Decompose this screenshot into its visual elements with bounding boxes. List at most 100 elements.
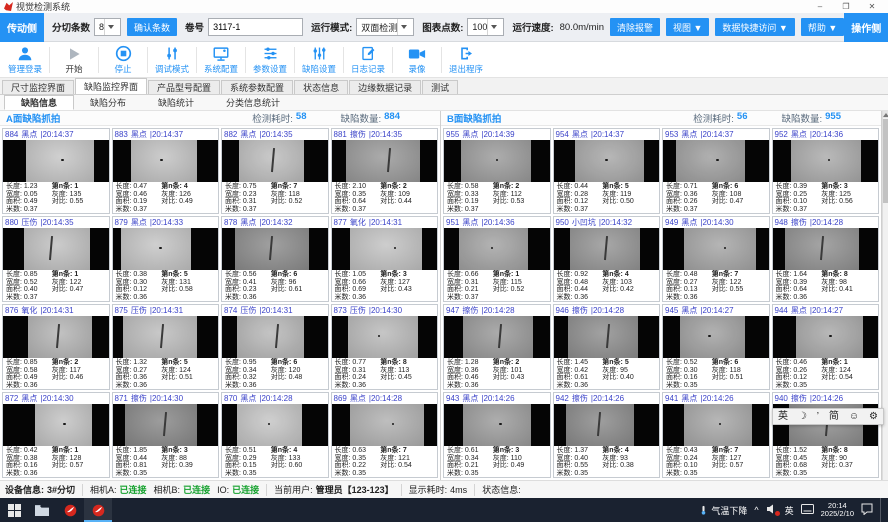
defect-settings-button[interactable]: 缺陷设置 — [296, 43, 342, 77]
ime-lang-toggle[interactable]: 英 — [778, 412, 788, 422]
defect-cell[interactable]: 942擦伤|20:14:26长度: 1.37宽度: 0.40面积: 0.55米数… — [553, 392, 661, 478]
clock[interactable]: 20:14 2025/2/10 — [821, 502, 854, 519]
defect-thumbnail[interactable] — [554, 228, 660, 270]
gear-icon[interactable]: ⚙ — [869, 412, 878, 422]
defect-cell[interactable]: 882黑点|20:14:35长度: 0.75宽度: 0.23面积: 0.31米数… — [221, 128, 329, 214]
show-desktop-strip[interactable] — [880, 498, 884, 522]
inspection-app-button[interactable] — [56, 498, 84, 522]
main-tab-4[interactable]: 系统参数配置 — [221, 80, 293, 94]
maximize-icon[interactable]: ❐ — [834, 1, 858, 13]
defect-cell[interactable]: 946擦伤|20:14:28长度: 1.45宽度: 0.42面积: 0.61米数… — [553, 304, 661, 390]
simplified-toggle[interactable]: 简 — [829, 412, 839, 422]
defect-thumbnail[interactable] — [773, 140, 879, 182]
start-button[interactable]: 开始 — [51, 43, 97, 77]
defect-thumbnail[interactable] — [3, 228, 109, 270]
defect-cell[interactable]: 884黑点|20:14:37长度: 1.23宽度: 0.05面积: 0.49米数… — [2, 128, 110, 214]
defect-cell[interactable]: 951黑点|20:14:36长度: 0.66宽度: 0.31面积: 0.21米数… — [443, 216, 551, 302]
defect-cell[interactable]: 880压伤|20:14:35长度: 0.85宽度: 0.52面积: 0.40米数… — [2, 216, 110, 302]
punctuation-icon[interactable]: ’ — [817, 412, 819, 422]
roll-number-input[interactable] — [208, 18, 303, 36]
defect-thumbnail[interactable] — [444, 140, 550, 182]
defect-thumbnail[interactable] — [444, 316, 550, 358]
defect-thumbnail[interactable] — [222, 404, 328, 446]
file-explorer-button[interactable] — [28, 498, 56, 522]
start-button[interactable] — [0, 498, 28, 522]
defect-thumbnail[interactable] — [554, 140, 660, 182]
sub-tab-2[interactable]: 缺陷分布 — [74, 95, 142, 110]
run-mode-select[interactable]: 双面检测 — [356, 18, 414, 36]
defect-cell[interactable]: 874压伤|20:14:31长度: 0.95宽度: 0.34面积: 0.32米数… — [221, 304, 329, 390]
recording-button[interactable]: 录像 — [394, 43, 440, 77]
defect-cell[interactable]: 875压伤|20:14:31长度: 1.32宽度: 0.27面积: 0.36米数… — [112, 304, 220, 390]
defect-thumbnail[interactable] — [332, 228, 438, 270]
defect-thumbnail[interactable] — [113, 404, 219, 446]
sub-tab-3[interactable]: 缺陷统计 — [142, 95, 210, 110]
tray-expand-chevron[interactable]: ^ — [754, 505, 758, 515]
weather-widget[interactable]: 气温下降 — [699, 503, 747, 517]
action-center-icon[interactable] — [861, 503, 873, 517]
defect-thumbnail[interactable] — [332, 316, 438, 358]
defect-cell[interactable]: 869黑点|20:14:28长度: 0.63宽度: 0.35面积: 0.22米数… — [331, 392, 439, 478]
defect-thumbnail[interactable] — [3, 404, 109, 446]
main-tab-6[interactable]: 边缘数据记录 — [349, 80, 421, 94]
defect-cell[interactable]: 950小凹坑|20:14:32长度: 0.92宽度: 0.48面积: 0.44米… — [553, 216, 661, 302]
exit-program-button[interactable]: 退出程序 — [443, 43, 489, 77]
main-tab-2[interactable]: 缺陷监控界面 — [75, 78, 147, 94]
defect-cell[interactable]: 878黑点|20:14:32长度: 0.56宽度: 0.41面积: 0.23米数… — [221, 216, 329, 302]
slit-count-select[interactable]: 8 — [94, 18, 121, 36]
defect-thumbnail[interactable] — [444, 228, 550, 270]
operator-side-button[interactable]: 操作侧 — [844, 13, 888, 42]
main-tab-3[interactable]: 产品型号配置 — [148, 80, 220, 94]
main-tab-7[interactable]: 测试 — [422, 80, 458, 94]
defect-cell[interactable]: 952黑点|20:14:36长度: 0.39宽度: 0.25面积: 0.10米数… — [772, 128, 880, 214]
scroll-up-icon[interactable] — [883, 111, 888, 118]
defect-cell[interactable]: 876氧化|20:14:31长度: 0.85宽度: 0.58面积: 0.49米数… — [2, 304, 110, 390]
inspection-app-button-active[interactable] — [84, 498, 112, 522]
defect-cell[interactable]: 955黑点|20:14:39长度: 0.58宽度: 0.33面积: 0.19米数… — [443, 128, 551, 214]
defect-cell[interactable]: 871擦伤|20:14:30长度: 1.85宽度: 0.44面积: 0.81米数… — [112, 392, 220, 478]
data-quick-access-button[interactable]: 数据快捷访问 ▼ — [715, 18, 794, 36]
defect-thumbnail[interactable] — [663, 404, 769, 446]
defect-thumbnail[interactable] — [113, 316, 219, 358]
sub-tab-4[interactable]: 分类信息统计 — [210, 95, 296, 110]
main-tab-1[interactable]: 尺寸监控界面 — [2, 80, 74, 94]
defect-thumbnail[interactable] — [663, 316, 769, 358]
defect-thumbnail[interactable] — [332, 404, 438, 446]
sub-tab-1[interactable]: 缺陷信息 — [4, 95, 74, 110]
defect-thumbnail[interactable] — [663, 228, 769, 270]
defect-thumbnail[interactable] — [222, 316, 328, 358]
defect-cell[interactable]: 944黑点|20:14:27长度: 0.46宽度: 0.26面积: 0.12米数… — [772, 304, 880, 390]
admin-login-button[interactable]: 管理登录 — [2, 43, 48, 77]
defect-thumbnail[interactable] — [222, 140, 328, 182]
system-config-button[interactable]: 系统配置 — [198, 43, 244, 77]
param-settings-button[interactable]: 参数设置 — [247, 43, 293, 77]
main-tab-5[interactable]: 状态信息 — [294, 80, 348, 94]
defect-cell[interactable]: 879黑点|20:14:33长度: 0.38宽度: 0.30面积: 0.12米数… — [112, 216, 220, 302]
defect-cell[interactable]: 883黑点|20:14:37长度: 0.47宽度: 0.46面积: 0.19米数… — [112, 128, 220, 214]
confirm-slit-button[interactable]: 确认条数 — [127, 18, 177, 36]
defect-thumbnail[interactable] — [554, 316, 660, 358]
defect-thumbnail[interactable] — [663, 140, 769, 182]
defect-thumbnail[interactable] — [222, 228, 328, 270]
defect-cell[interactable]: 943黑点|20:14:26长度: 0.61宽度: 0.34面积: 0.21米数… — [443, 392, 551, 478]
defect-cell[interactable]: 953黑点|20:14:37长度: 0.71宽度: 0.36面积: 0.26米数… — [662, 128, 770, 214]
defect-thumbnail[interactable] — [3, 316, 109, 358]
clear-alarm-button[interactable]: 清除报警 — [610, 18, 660, 36]
debug-mode-button[interactable]: 调试模式 — [149, 43, 195, 77]
defect-cell[interactable]: 949黑点|20:14:30长度: 0.48宽度: 0.27面积: 0.13米数… — [662, 216, 770, 302]
chart-points-select[interactable]: 100 — [467, 18, 504, 36]
defect-cell[interactable]: 870黑点|20:14:28长度: 0.51宽度: 0.29面积: 0.15米数… — [221, 392, 329, 478]
defect-thumbnail[interactable] — [554, 404, 660, 446]
defect-cell[interactable]: 954黑点|20:14:37长度: 0.44宽度: 0.28面积: 0.12米数… — [553, 128, 661, 214]
view-menu-button[interactable]: 视图 ▼ — [666, 18, 709, 36]
moon-icon[interactable]: ☽ — [798, 412, 807, 422]
close-icon[interactable]: ✕ — [860, 1, 884, 13]
defect-cell[interactable]: 872黑点|20:14:30长度: 0.42宽度: 0.38面积: 0.16米数… — [2, 392, 110, 478]
defect-cell[interactable]: 877氧化|20:14:31长度: 1.05宽度: 0.66面积: 0.69米数… — [331, 216, 439, 302]
defect-cell[interactable]: 948擦伤|20:14:28长度: 1.64宽度: 0.39面积: 0.64米数… — [772, 216, 880, 302]
defect-cell[interactable]: 945黑点|20:14:27长度: 0.52宽度: 0.30面积: 0.16米数… — [662, 304, 770, 390]
defect-thumbnail[interactable] — [444, 404, 550, 446]
defect-thumbnail[interactable] — [113, 228, 219, 270]
defect-cell[interactable]: 881擦伤|20:14:35长度: 2.10宽度: 0.35面积: 0.64米数… — [331, 128, 439, 214]
defect-thumbnail[interactable] — [773, 316, 879, 358]
